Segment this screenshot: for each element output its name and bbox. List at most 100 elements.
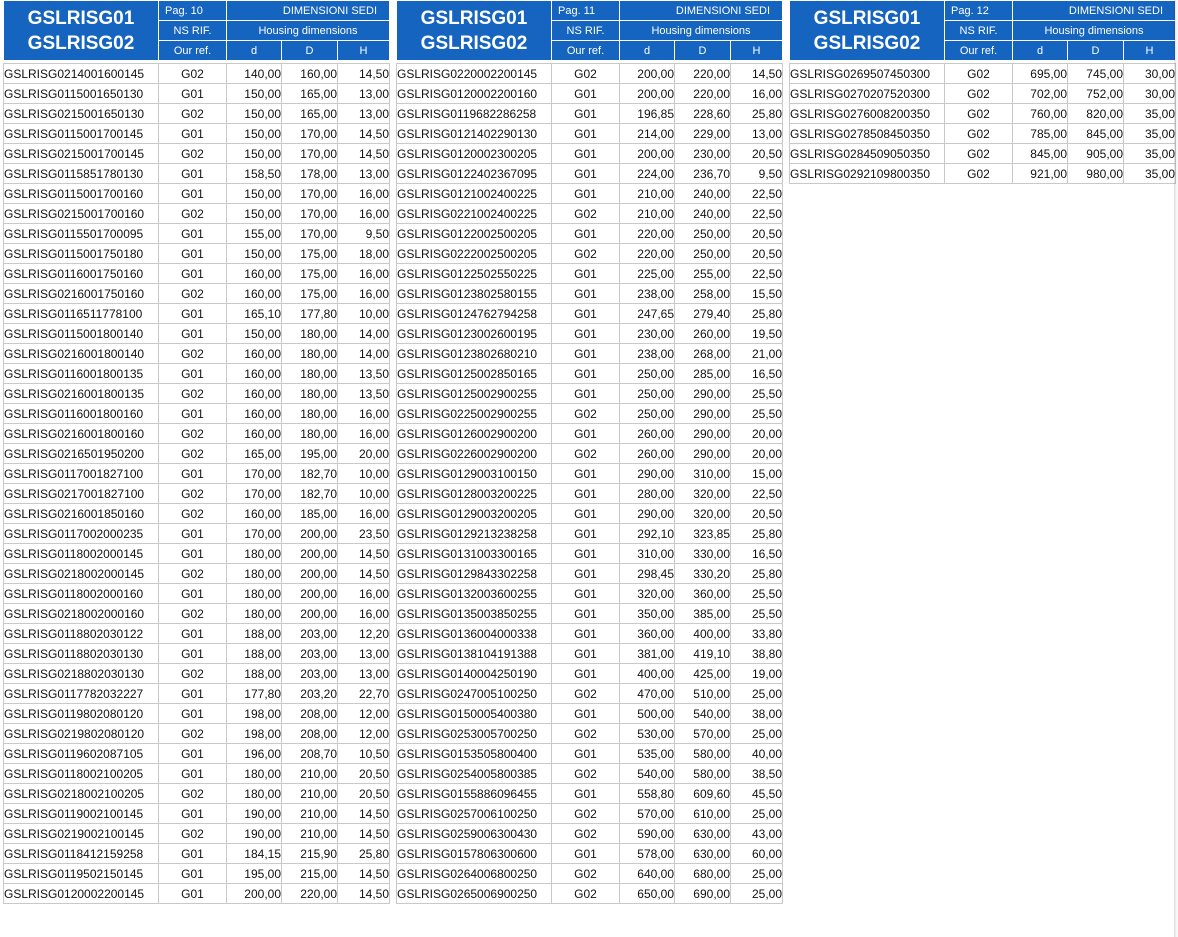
type-ref-cell: G02 xyxy=(551,403,620,424)
type-ref-cell: G02 xyxy=(158,343,227,364)
type-ref-cell: G02 xyxy=(158,63,227,84)
height-cell: 22,50 xyxy=(730,483,783,504)
part-code-cell: GSLRISG0136004000338 xyxy=(396,623,552,644)
outer-diameter-cell: 630,00 xyxy=(674,823,731,844)
height-cell: 25,50 xyxy=(730,603,783,624)
type-ref-cell: G01 xyxy=(158,83,227,104)
height-cell: 25,80 xyxy=(730,523,783,544)
height-cell: 43,00 xyxy=(730,823,783,844)
outer-diameter-cell: 228,60 xyxy=(674,103,731,124)
part-code-cell: GSLRISG0284509050350 xyxy=(789,143,945,164)
inner-diameter-cell: 158,50 xyxy=(226,163,282,184)
table-row: GSLRISG0253005700250 G02 530,00 570,00 25,00 xyxy=(396,723,783,744)
inner-diameter-cell: 170,00 xyxy=(226,483,282,504)
part-code-cell: GSLRISG0216001850160 xyxy=(3,503,159,524)
type-ref-cell: G01 xyxy=(158,363,227,384)
type-ref-cell: G01 xyxy=(158,163,227,184)
part-code-cell: GSLRISG0118002000160 xyxy=(3,583,159,604)
table-row: GSLRISG0118412159258 G01 184,15 215,90 25,80 xyxy=(3,843,390,864)
outer-diameter-cell: 200,00 xyxy=(281,543,338,564)
part-code-cell: GSLRISG0120002300205 xyxy=(396,143,552,164)
part-code-cell: GSLRISG0115001700145 xyxy=(3,123,159,144)
height-cell: 14,00 xyxy=(337,343,390,364)
outer-diameter-cell: 178,00 xyxy=(281,163,338,184)
height-cell: 38,00 xyxy=(730,703,783,724)
type-ref-cell: G01 xyxy=(551,143,620,164)
table-row: GSLRISG0120002300205 G01 200,00 230,00 20,50 xyxy=(396,143,783,164)
part-code-cell: GSLRISG0278508450350 xyxy=(789,123,945,144)
type-ref-cell: G02 xyxy=(158,823,227,844)
type-ref-cell: G02 xyxy=(551,823,620,844)
ns-rif-label: NS RIF. xyxy=(158,20,227,41)
height-cell: 10,00 xyxy=(337,463,390,484)
inner-diameter-cell: 190,00 xyxy=(226,823,282,844)
outer-diameter-cell: 215,90 xyxy=(281,843,338,864)
table-row: GSLRISG0118002100205 G01 180,00 210,00 20,50 xyxy=(3,763,390,784)
outer-diameter-cell: 630,00 xyxy=(674,843,731,864)
outer-diameter-cell: 255,00 xyxy=(674,263,731,284)
table-row: GSLRISG0226002900200 G02 260,00 290,00 20,00 xyxy=(396,443,783,464)
type-ref-cell: G01 xyxy=(158,523,227,544)
outer-diameter-cell: 175,00 xyxy=(281,283,338,304)
inner-diameter-cell: 155,00 xyxy=(226,223,282,244)
outer-diameter-cell: 745,00 xyxy=(1067,63,1124,84)
inner-diameter-cell: 500,00 xyxy=(619,703,675,724)
height-cell: 20,50 xyxy=(730,143,783,164)
height-cell: 30,00 xyxy=(1123,63,1176,84)
type-ref-cell: G02 xyxy=(551,883,620,904)
part-code-cell: GSLRISG0292109800350 xyxy=(789,163,945,184)
type-ref-cell: G01 xyxy=(551,323,620,344)
type-ref-cell: G01 xyxy=(551,123,620,144)
table-row: GSLRISG0215001700145 G02 150,00 170,00 14,50 xyxy=(3,143,390,164)
outer-diameter-cell: 540,00 xyxy=(674,703,731,724)
part-code-cell: GSLRISG0116001800160 xyxy=(3,403,159,424)
height-cell: 16,00 xyxy=(337,263,390,284)
outer-diameter-cell: 203,00 xyxy=(281,643,338,664)
col-d-header: d xyxy=(226,40,282,61)
inner-diameter-cell: 188,00 xyxy=(226,623,282,644)
inner-diameter-cell: 200,00 xyxy=(619,63,675,84)
dimensions-table: GSLRISG01 GSLRISG02 Pag. 11 DIMENSIONI SEDI… xyxy=(396,0,783,904)
part-code-cell: GSLRISG0157806300600 xyxy=(396,843,552,864)
part-code-cell: GSLRISG0129843302258 xyxy=(396,563,552,584)
table-row: GSLRISG0115001650130 G01 150,00 165,00 13,00 xyxy=(3,83,390,104)
inner-diameter-cell: 292,10 xyxy=(619,523,675,544)
part-code-cell: GSLRISG0121002400225 xyxy=(396,183,552,204)
height-cell: 25,00 xyxy=(730,883,783,904)
outer-diameter-cell: 290,00 xyxy=(674,443,731,464)
height-cell: 38,80 xyxy=(730,643,783,664)
height-cell: 21,00 xyxy=(730,343,783,364)
part-code-cell: GSLRISG0119502150145 xyxy=(3,863,159,884)
type-ref-cell: G01 xyxy=(158,543,227,564)
outer-diameter-cell: 210,00 xyxy=(281,783,338,804)
inner-diameter-cell: 260,00 xyxy=(619,443,675,464)
height-cell: 16,00 xyxy=(337,183,390,204)
type-ref-cell: G01 xyxy=(158,123,227,144)
height-cell: 20,50 xyxy=(337,783,390,804)
outer-diameter-cell: 160,00 xyxy=(281,63,338,84)
part-code-cell: GSLRISG0128003200225 xyxy=(396,483,552,504)
outer-diameter-cell: 320,00 xyxy=(674,483,731,504)
height-cell: 20,00 xyxy=(730,423,783,444)
inner-diameter-cell: 188,00 xyxy=(226,643,282,664)
height-cell: 10,50 xyxy=(337,743,390,764)
table-row: GSLRISG0219002100145 G02 190,00 210,00 14,50 xyxy=(3,823,390,844)
table-row: GSLRISG0118002000145 G01 180,00 200,00 14,50 xyxy=(3,543,390,564)
table-row: GSLRISG0214001600145 G02 140,00 160,00 14,50 xyxy=(3,63,390,84)
table-row: GSLRISG0216001850160 G02 160,00 185,00 16,00 xyxy=(3,503,390,524)
inner-diameter-cell: 702,00 xyxy=(1012,83,1068,104)
height-cell: 16,00 xyxy=(337,403,390,424)
type-ref-cell: G02 xyxy=(158,663,227,684)
table-row: GSLRISG0264006800250 G02 640,00 680,00 25,00 xyxy=(396,863,783,884)
table-row: GSLRISG0118802030130 G01 188,00 203,00 13,00 xyxy=(3,643,390,664)
outer-diameter-cell: 180,00 xyxy=(281,343,338,364)
part-code-cell: GSLRISG0115851780130 xyxy=(3,163,159,184)
part-code-cell: GSLRISG0265006900250 xyxy=(396,883,552,904)
inner-diameter-cell: 196,00 xyxy=(226,743,282,764)
type-ref-cell: G02 xyxy=(944,83,1013,104)
table-row: GSLRISG0132003600255 G01 320,00 360,00 25,50 xyxy=(396,583,783,604)
table-row: GSLRISG0140004250190 G01 400,00 425,00 19,00 xyxy=(396,663,783,684)
height-cell: 14,00 xyxy=(337,323,390,344)
outer-diameter-cell: 170,00 xyxy=(281,183,338,204)
type-ref-cell: G01 xyxy=(551,623,620,644)
